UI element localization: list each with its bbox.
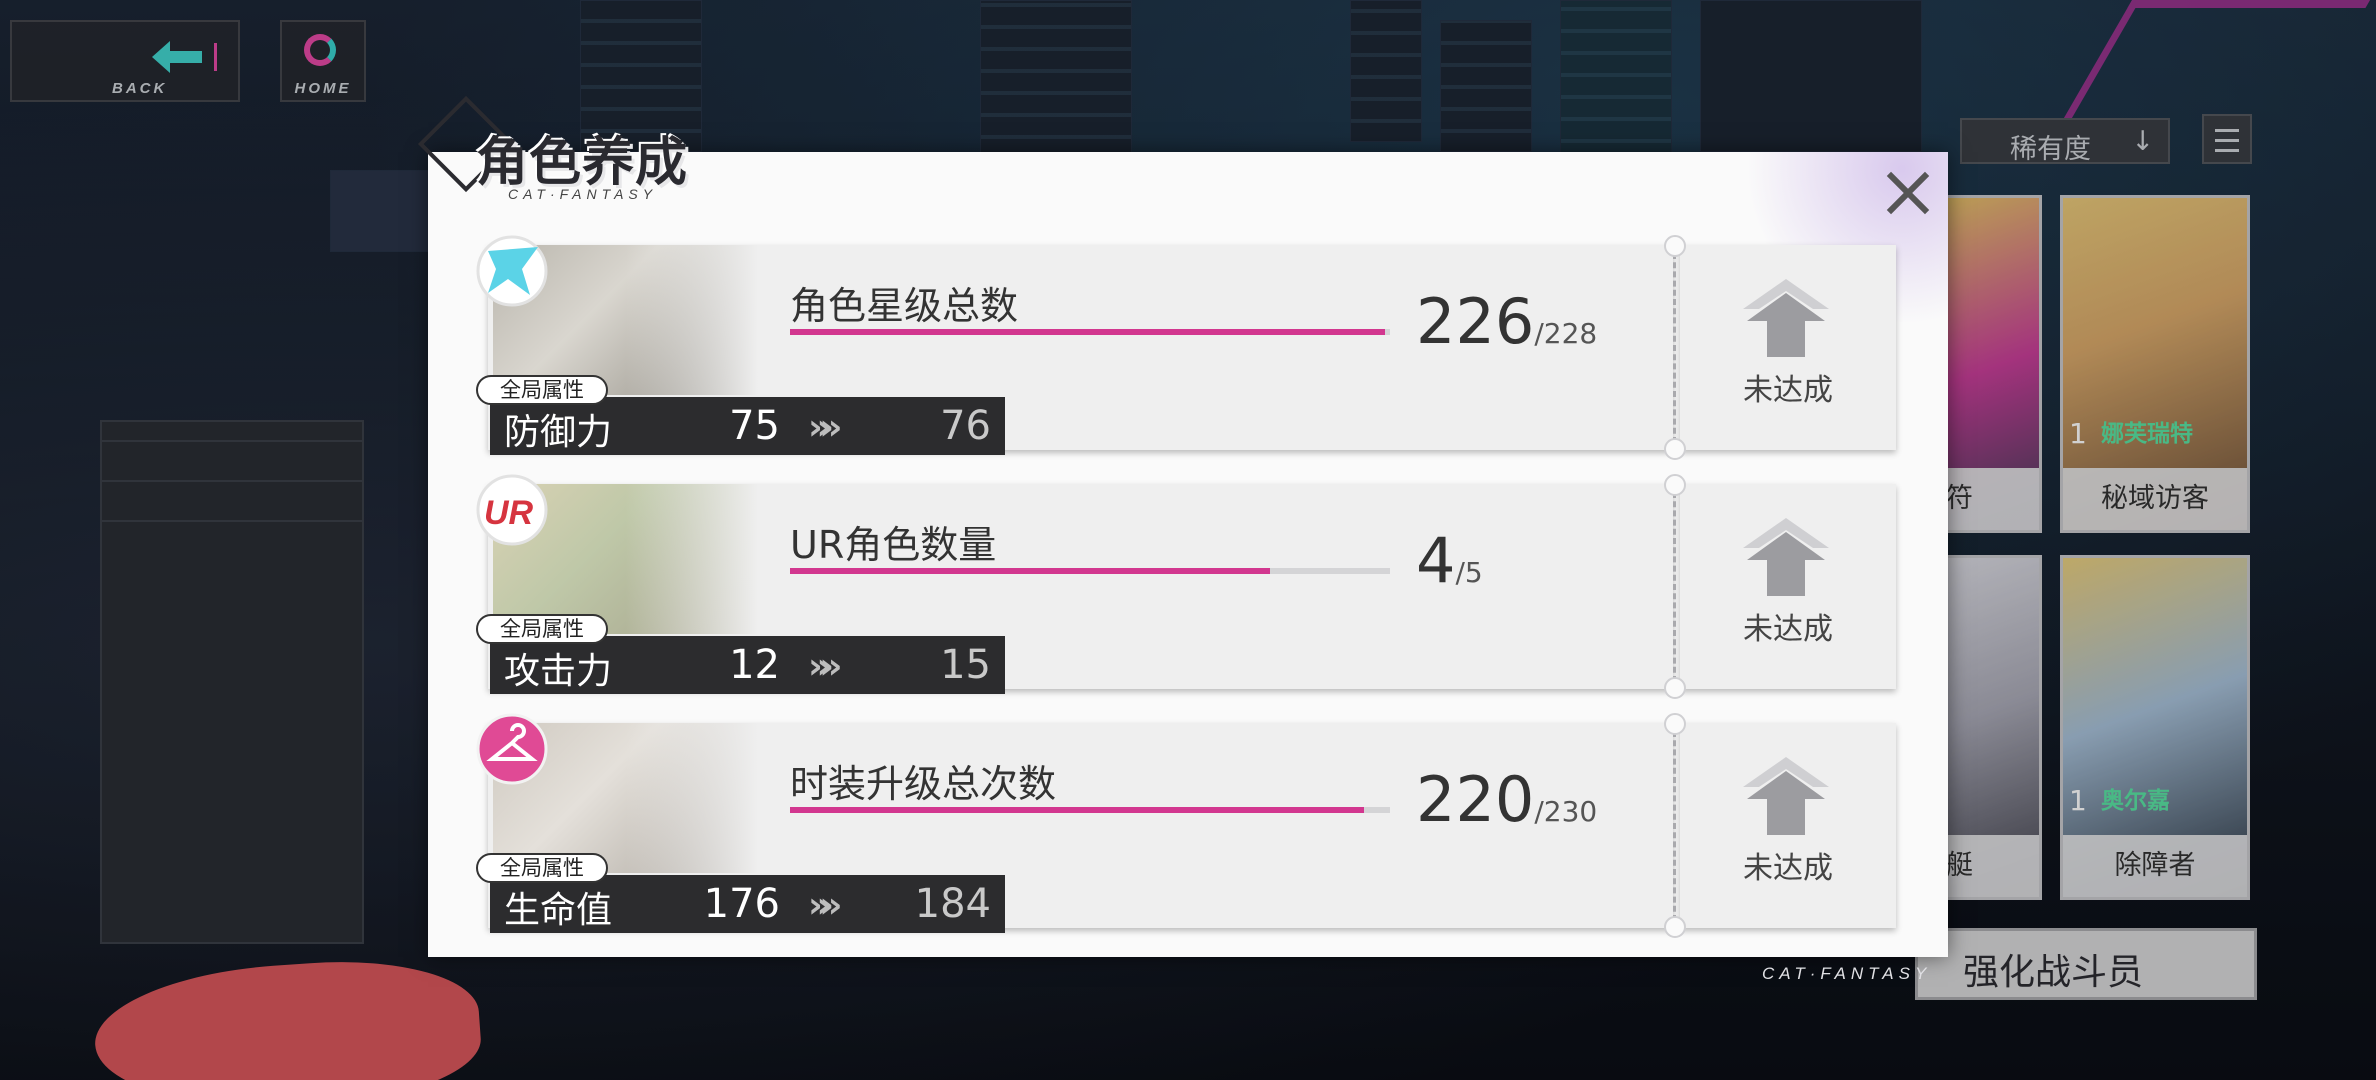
watermark: CAT·FANTASY (1762, 964, 1932, 983)
claim-button[interactable]: 未达成 (1680, 484, 1896, 689)
achievement-row: 未达成 时装升级总次数 220/230 生命值 176 »» 184 全局属性 (476, 713, 1896, 938)
chevron-right-icon: »» (808, 885, 842, 926)
stat-to: 15 (940, 642, 991, 688)
achievement-row: 未达成 UR UR角色数量 4/5 攻击力 12 »» 15 全局属性 (476, 474, 1896, 699)
stat-to: 184 (914, 881, 991, 927)
chevron-right-icon: »» (808, 407, 842, 448)
stat-name: 防御力 (504, 412, 613, 453)
status-label: 未达成 (1743, 612, 1833, 647)
progress-fill (790, 568, 1270, 574)
up-arrow-icon (1743, 279, 1829, 357)
progress-bar (790, 568, 1390, 574)
progress-total: /5 (1455, 556, 1483, 589)
stat-bar: 生命值 176 »» 184 (490, 875, 1005, 933)
dialog-header: 角色养成 CAT·FANTASY (417, 95, 732, 212)
divider (1673, 492, 1676, 682)
up-arrow-icon (1743, 518, 1829, 596)
progress-current: 4 (1416, 524, 1456, 597)
stat-bar: 防御力 75 »» 76 (490, 397, 1005, 455)
achievement-label: 角色星级总数 (790, 284, 1019, 328)
stat-to: 76 (940, 403, 991, 449)
global-attribute-tag: 全局属性 (476, 853, 608, 883)
up-arrow-icon (1743, 757, 1829, 835)
star-icon (476, 235, 548, 307)
global-attribute-tag: 全局属性 (476, 375, 608, 405)
stat-name: 生命值 (504, 890, 613, 931)
close-button[interactable] (1883, 168, 1933, 218)
hanger-icon (476, 713, 548, 785)
progress-total: /228 (1534, 317, 1598, 350)
ur-badge-icon: UR (476, 474, 548, 546)
claim-button[interactable]: 未达成 (1680, 245, 1896, 450)
progress-bar (790, 807, 1390, 813)
progress-current: 226 (1416, 285, 1535, 358)
achievement-label: 时装升级总次数 (790, 762, 1057, 806)
progress-count: 4/5 (1416, 524, 1483, 597)
stat-from: 176 (703, 881, 780, 927)
dialog-title: 角色养成 (476, 133, 689, 193)
divider (1673, 253, 1676, 443)
status-label: 未达成 (1743, 373, 1833, 408)
achievement-row: 未达成 角色星级总数 226/228 防御力 75 »» 76 全局属性 (476, 235, 1896, 460)
achievement-label: UR角色数量 (790, 523, 997, 567)
svg-text:UR: UR (484, 494, 534, 532)
chevron-right-icon: »» (808, 646, 842, 687)
global-attribute-tag: 全局属性 (476, 614, 608, 644)
progress-current: 220 (1416, 763, 1535, 836)
progress-count: 220/230 (1416, 763, 1597, 836)
dialog-subtitle: CAT·FANTASY (508, 186, 658, 202)
progress-fill (790, 329, 1385, 335)
claim-button[interactable]: 未达成 (1680, 723, 1896, 928)
progress-bar (790, 329, 1390, 335)
stat-from: 12 (729, 642, 780, 688)
progress-total: /230 (1534, 795, 1598, 828)
stat-from: 75 (729, 403, 780, 449)
divider (1673, 731, 1676, 921)
stat-name: 攻击力 (504, 651, 613, 692)
status-label: 未达成 (1743, 851, 1833, 886)
progress-fill (790, 807, 1365, 813)
progress-count: 226/228 (1416, 285, 1597, 358)
stat-bar: 攻击力 12 »» 15 (490, 636, 1005, 694)
